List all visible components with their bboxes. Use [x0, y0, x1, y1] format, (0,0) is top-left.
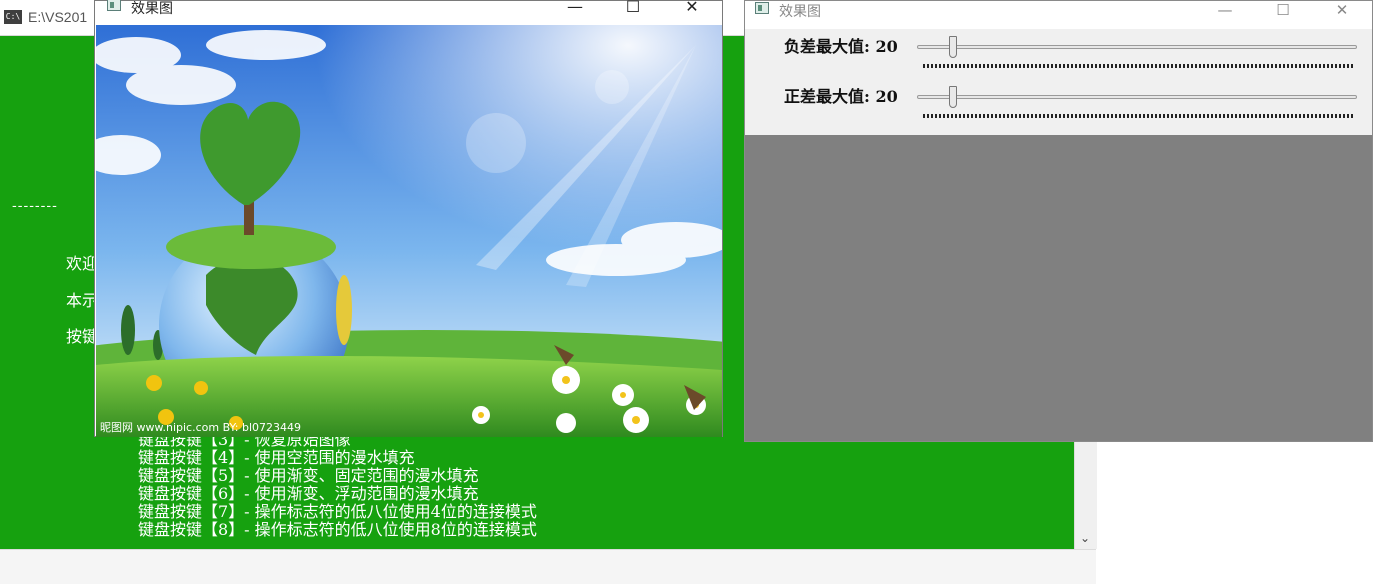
trackbar-positive-diff[interactable]: [917, 95, 1357, 99]
effect-image: 昵图网 www.nipic.com BY: bl0723449: [96, 25, 722, 437]
close-icon[interactable]: ✕: [1332, 1, 1352, 19]
minimize-icon[interactable]: —: [1215, 1, 1235, 19]
trackbar-label-negative-diff: 负差最大值: 20: [784, 37, 898, 56]
image-window-titlebar[interactable]: 效果图 — ☐ ✕: [95, 0, 722, 24]
trackbar-window-titlebar[interactable]: 效果图 — ☐ ✕: [745, 1, 1372, 29]
maximize-icon[interactable]: ☐: [1273, 1, 1293, 19]
separator-line: --------: [12, 198, 58, 214]
image-window[interactable]: 效果图 — ☐ ✕ 昵图网 www.nipic.com BY: bl072344…: [94, 0, 723, 437]
trackbar-negative-diff[interactable]: [917, 45, 1357, 49]
trackbar-thumb-positive-diff[interactable]: [948, 86, 957, 108]
key-line-4: 键盘按键【4】- 使用空范围的漫水填充: [138, 448, 415, 467]
trackbar-label-positive-diff: 正差最大值: 20: [784, 87, 898, 106]
console-bottom-bar: [0, 549, 1096, 584]
image-watermark: 昵图网 www.nipic.com BY: bl0723449: [100, 421, 301, 434]
trackbar-window-canvas: [745, 135, 1372, 441]
trackbar-ticks: [923, 114, 1353, 118]
trackbar-thumb-negative-diff[interactable]: [948, 36, 957, 58]
trackbar-window[interactable]: 效果图 — ☐ ✕ 负差最大值: 20 正差最大值: 20: [744, 0, 1373, 442]
window-app-icon: [107, 0, 121, 11]
window-app-icon: [755, 2, 769, 14]
trackbar-window-title: 效果图: [779, 4, 821, 20]
maximize-icon[interactable]: ☐: [623, 0, 643, 16]
trackbar-ticks: [923, 64, 1353, 68]
trackbar-panel: 负差最大值: 20 正差最大值: 20: [745, 29, 1372, 135]
key-line-5: 键盘按键【5】- 使用渐变、固定范围的漫水填充: [138, 466, 479, 485]
minimize-icon[interactable]: —: [565, 0, 585, 16]
console-title: E:\VS201: [28, 9, 88, 25]
nature-scene-image: 昵图网 www.nipic.com BY: bl0723449: [96, 25, 722, 437]
close-icon[interactable]: ✕: [682, 0, 702, 16]
console-app-icon: C:\: [4, 10, 22, 24]
key-line-7: 键盘按键【7】- 操作标志符的低八位使用4位的连接模式: [138, 502, 537, 521]
chevron-down-icon[interactable]: ⌄: [1080, 531, 1090, 545]
image-window-title: 效果图: [131, 1, 173, 17]
key-line-6: 键盘按键【6】- 使用渐变、浮动范围的漫水填充: [138, 484, 479, 503]
key-line-8: 键盘按键【8】- 操作标志符的低八位使用8位的连接模式: [138, 520, 537, 539]
